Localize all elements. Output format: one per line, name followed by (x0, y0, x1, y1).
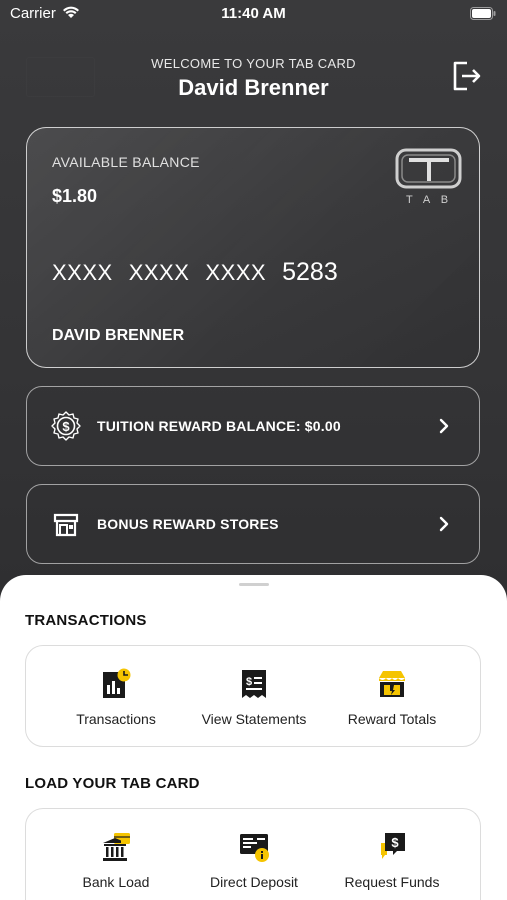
dollar-badge-icon: $ (51, 411, 81, 441)
user-name: David Brenner (178, 75, 329, 100)
direct-deposit-icon (240, 834, 269, 862)
available-balance-label: AVAILABLE BALANCE (52, 154, 200, 170)
status-time: 11:40 AM (221, 5, 286, 22)
tab-logo-icon: T A B (395, 148, 462, 206)
transactions-label: Transactions (76, 711, 156, 727)
tab-card: AVAILABLE BALANCE $1.80 T A B XXXX XXXX XX… (26, 127, 480, 368)
card-number-group-2: XXXX (128, 260, 190, 285)
card-number: XXXX XXXX XXXX 5283 (52, 258, 354, 287)
bank-icon (103, 833, 130, 861)
store-icon (53, 513, 79, 537)
bank-load-label: Bank Load (82, 874, 150, 890)
tuition-reward-balance-button[interactable]: $ TUITION REWARD BALANCE: $0.00 (26, 386, 480, 466)
request-funds-label: Request Funds (344, 874, 440, 890)
svg-text:$: $ (391, 835, 399, 850)
transactions-panel: Transactions $ View Statements Reward To… (25, 645, 481, 747)
available-balance-value: $1.80 (52, 186, 98, 206)
logout-icon[interactable] (449, 58, 485, 94)
load-section-title: LOAD YOUR TAB CARD (25, 775, 200, 792)
card-holder-name: DAVID BRENNER (52, 327, 185, 344)
bank-load-button[interactable]: Bank Load (46, 809, 186, 900)
svg-text:$: $ (246, 676, 252, 688)
tuition-reward-label: TUITION REWARD BALANCE: $0.00 (97, 418, 341, 434)
bonus-reward-stores-label: BONUS REWARD STORES (97, 516, 279, 532)
card-number-group-1: XXXX (52, 260, 113, 285)
direct-deposit-label: Direct Deposit (210, 874, 298, 890)
load-panel: Bank Load Direct Deposit $ Request Funds (25, 808, 481, 900)
sheet-drag-handle[interactable] (239, 583, 269, 586)
bottom-sheet[interactable]: TRANSACTIONS Transactions $ View Stateme… (0, 575, 507, 900)
bonus-reward-stores-button[interactable]: BONUS REWARD STORES (26, 484, 480, 564)
welcome-text: WELCOME TO YOUR TAB CARD (151, 56, 356, 71)
transactions-chart-icon (103, 668, 131, 698)
status-bar: Carrier 11:40 AM (0, 0, 507, 30)
request-funds-icon: $ (381, 833, 405, 859)
transactions-section-title: TRANSACTIONS (25, 612, 147, 629)
reward-store-icon (379, 671, 405, 697)
transactions-button[interactable]: Transactions (46, 646, 186, 746)
svg-text:$: $ (62, 419, 70, 434)
battery-icon (470, 7, 496, 20)
statement-receipt-icon: $ (242, 670, 266, 698)
chevron-right-icon (439, 418, 449, 434)
reward-totals-button[interactable]: Reward Totals (322, 646, 462, 746)
request-funds-button[interactable]: $ Request Funds (322, 809, 462, 900)
view-statements-label: View Statements (201, 711, 307, 727)
direct-deposit-button[interactable]: Direct Deposit (184, 809, 324, 900)
chevron-right-icon (439, 516, 449, 532)
reward-totals-label: Reward Totals (347, 711, 437, 727)
tab-logo-text: T A B (406, 194, 452, 206)
view-statements-button[interactable]: $ View Statements (184, 646, 324, 746)
card-number-group-3: XXXX (205, 260, 267, 285)
card-number-last4: 5283 (282, 258, 338, 286)
